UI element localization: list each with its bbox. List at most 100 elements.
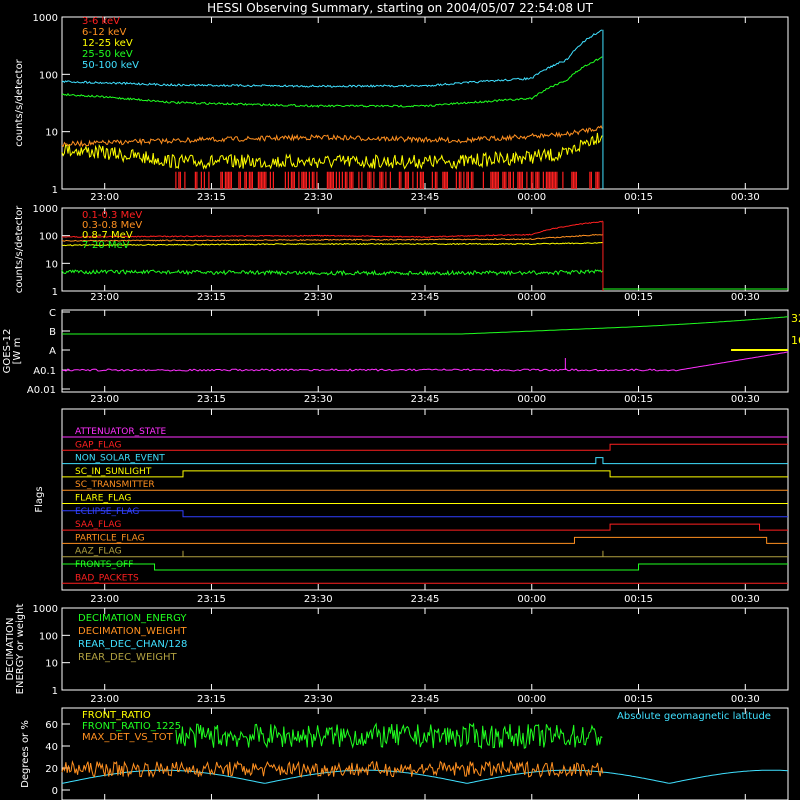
x-tick-label: 00:15 bbox=[624, 594, 653, 605]
flag-line bbox=[62, 443, 788, 451]
y-tick-label: 1000 bbox=[33, 13, 58, 24]
series-50-100kev-line bbox=[61, 29, 603, 88]
x-tick-label: 23:45 bbox=[411, 292, 440, 303]
flag-line bbox=[62, 550, 788, 558]
legend-1: FRONT_RATIO_1225 bbox=[82, 721, 181, 732]
series-0.1-0.3mev-line bbox=[61, 220, 603, 238]
legend-3: 25-50 keV bbox=[82, 49, 133, 60]
y-tick-label: C bbox=[49, 308, 56, 319]
flag-label: ECLIPSE_FLAG bbox=[75, 507, 139, 517]
legend-3: REAR_DEC_WEIGHT bbox=[78, 652, 177, 663]
y-tick-label: 1 bbox=[52, 287, 58, 298]
legend-2: MAX_DET_VS_TOT bbox=[82, 732, 174, 743]
y-tick-label: 60 bbox=[45, 720, 58, 731]
hessi-observing-summary: HESSI Observing Summary, starting on 200… bbox=[2, 1, 800, 800]
geomag-latitude-line bbox=[61, 769, 789, 784]
flag-line bbox=[62, 510, 788, 518]
series-front-ratio-1225-line bbox=[175, 722, 603, 750]
x-tick-label: 23:00 bbox=[90, 394, 119, 405]
legend-1: DECIMATION_WEIGHT bbox=[78, 626, 187, 637]
panel-2: 23:00 23:15 23:30 23:45 00:00 00:15 00:30GOES-… bbox=[2, 308, 800, 405]
y-tick-label: 100 bbox=[39, 70, 58, 81]
flag-label: BAD_PACKETS bbox=[75, 573, 139, 583]
flag-line bbox=[62, 523, 788, 531]
y-tick-label: 1000 bbox=[33, 604, 58, 615]
x-tick-label: 23:30 bbox=[304, 292, 333, 303]
legend-1: 6-12 keV bbox=[82, 27, 126, 38]
goes-long-line bbox=[62, 316, 789, 335]
x-tick-label: 23:15 bbox=[197, 192, 226, 203]
flag-label: SC_TRANSMITTER bbox=[75, 480, 155, 490]
x-tick-label: 23:45 bbox=[411, 694, 440, 705]
y-tick-label: A0.01 bbox=[27, 385, 56, 396]
legend-3: 7-20 MeV bbox=[82, 240, 130, 251]
y-tick-label: 20 bbox=[45, 764, 58, 775]
panel-1: 23:00 23:15 23:30 23:45 00:00 00:15 00:30 count… bbox=[14, 204, 789, 303]
flag-line bbox=[62, 457, 788, 465]
x-tick-label: 23:00 bbox=[90, 694, 119, 705]
y-tick-label: 100 bbox=[39, 631, 58, 642]
flag-label: SC_IN_SUNLIGHT bbox=[75, 467, 152, 477]
legend-0: DECIMATION_ENERGY bbox=[78, 613, 187, 624]
y-tick-label: 1 bbox=[52, 185, 58, 196]
x-tick-label: 23:15 bbox=[197, 394, 226, 405]
panel-frame bbox=[61, 309, 789, 393]
flag-line bbox=[62, 470, 788, 478]
y-tick-label: A bbox=[49, 346, 56, 357]
x-tick-label: 00:30 bbox=[731, 292, 760, 303]
y-tick-label: 10 bbox=[45, 659, 58, 670]
flag-label: AAZ_FLAG bbox=[75, 547, 122, 557]
x-tick-label: 00:15 bbox=[624, 292, 653, 303]
flag-label: SAA_FLAG bbox=[75, 520, 121, 530]
panel-3: 23:00 23:15 23:30 23:45 00:00 00:15 00:30 Flags… bbox=[34, 408, 789, 605]
x-tick-label: 00:30 bbox=[731, 192, 760, 203]
y-axis-label: counts/s/detector bbox=[14, 205, 25, 293]
flag-label: ATTENUATOR_STATE bbox=[75, 427, 167, 437]
x-tick-label: 00:30 bbox=[731, 394, 760, 405]
legend-0: 3-6 keV bbox=[82, 16, 120, 27]
goes-short-line bbox=[61, 351, 789, 372]
flag-label: PARTICLE_FLAG bbox=[75, 533, 145, 543]
x-tick-label: 23:15 bbox=[197, 292, 226, 303]
x-tick-label: 23:45 bbox=[411, 394, 440, 405]
x-tick-label: 00:00 bbox=[517, 694, 546, 705]
x-tick-label: 00:15 bbox=[624, 694, 653, 705]
series-7-20mev-line bbox=[61, 269, 603, 277]
panel-frame bbox=[61, 16, 789, 190]
flag-label: NON_SOLAR_EVENT bbox=[75, 454, 165, 464]
chart-title: HESSI Observing Summary, starting on 200… bbox=[207, 1, 593, 15]
x-tick-label: 23:00 bbox=[90, 192, 119, 203]
panel-frame bbox=[61, 207, 789, 292]
x-tick-label: 23:30 bbox=[304, 394, 333, 405]
y-axis-label-2: [W m bbox=[12, 338, 23, 365]
panel-4: 23:00 23:15 23:30 23:45 00:00 00:15 00:30 DECIM… bbox=[5, 604, 789, 705]
annotation-geomag: Absolute geomagnetic latitude bbox=[617, 711, 771, 722]
y-axis-label: Flags bbox=[34, 486, 45, 512]
series-max-det-vs-tot-line bbox=[61, 760, 604, 779]
x-tick-label: 00:15 bbox=[624, 394, 653, 405]
panel-frame bbox=[61, 408, 789, 591]
legend-2: REAR_DEC_CHAN/128 bbox=[78, 639, 187, 650]
y-tick-label: 10 bbox=[45, 259, 58, 270]
x-tick-label: 00:00 bbox=[517, 594, 546, 605]
flag-line bbox=[62, 536, 788, 544]
flag-label: GAP_FLAG bbox=[75, 440, 121, 450]
x-tick-label: 23:00 bbox=[90, 292, 119, 303]
y-axis-label: Degrees or % bbox=[20, 720, 31, 788]
x-tick-label: 23:30 bbox=[304, 594, 333, 605]
right-label-1: 16 bbox=[791, 334, 800, 347]
series-25-50kev-line bbox=[61, 56, 603, 108]
x-tick-label: 23:00 bbox=[90, 594, 119, 605]
y-tick-label: 0 bbox=[52, 786, 58, 797]
flag-line bbox=[62, 563, 788, 571]
x-tick-label: 00:00 bbox=[517, 394, 546, 405]
y-tick-label: B bbox=[49, 327, 56, 338]
x-tick-label: 23:45 bbox=[411, 594, 440, 605]
y-axis-label: counts/s/detector bbox=[14, 58, 25, 146]
y-tick-label: 100 bbox=[39, 232, 58, 243]
series-6-12kev-line bbox=[61, 125, 603, 148]
x-tick-label: 23:15 bbox=[197, 594, 226, 605]
legend-2: 12-25 keV bbox=[82, 38, 133, 49]
x-tick-label: 23:30 bbox=[304, 694, 333, 705]
x-tick-label: 00:00 bbox=[517, 192, 546, 203]
